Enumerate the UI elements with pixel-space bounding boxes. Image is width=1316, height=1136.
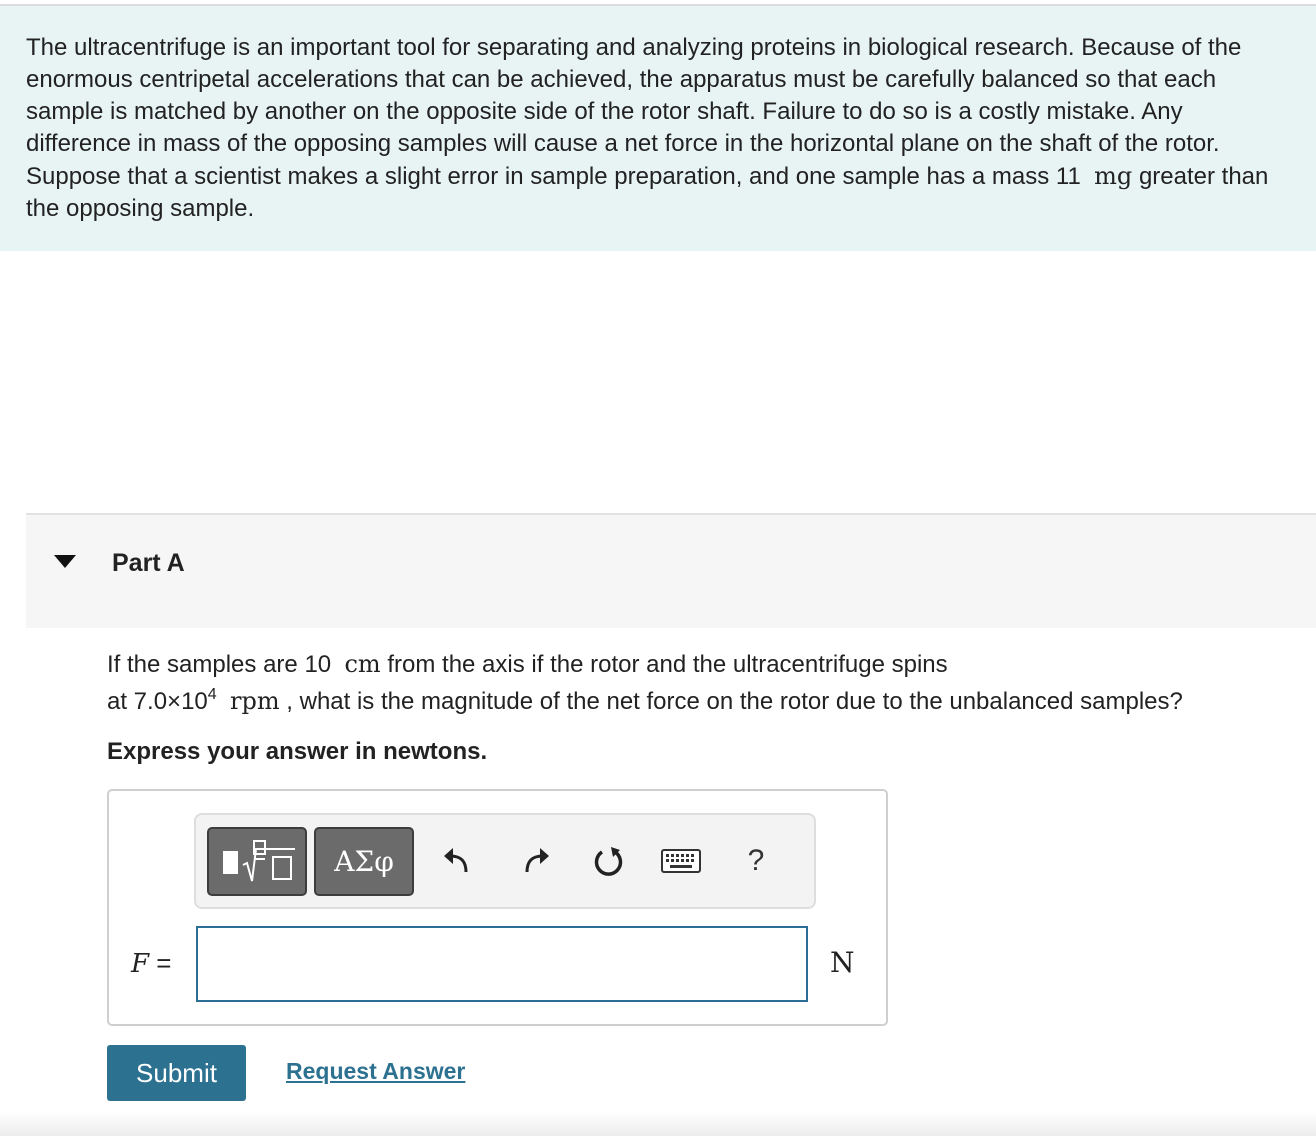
help-button[interactable]: ? <box>731 833 781 889</box>
redo-icon[interactable] <box>511 833 561 889</box>
templates-button[interactable] <box>207 827 307 896</box>
speed-unit: rpm <box>230 687 280 715</box>
answer-instruction: Express your answer in newtons. <box>107 738 488 765</box>
answer-input[interactable] <box>196 926 808 1002</box>
greek-symbols-button[interactable]: ΑΣφ <box>314 827 414 896</box>
intro-text: The ultracentrifuge is an important tool… <box>26 32 1288 225</box>
request-answer-link[interactable]: Request Answer <box>286 1058 465 1085</box>
reset-icon[interactable] <box>583 833 633 889</box>
mass-unit: mg <box>1094 162 1133 190</box>
variable-label: F = <box>131 948 171 979</box>
question-text: If the samples are 10 cm from the axis i… <box>107 646 1307 720</box>
speed-value: at 7.0×10 <box>107 688 208 715</box>
undo-icon[interactable] <box>432 833 482 889</box>
question-line-1: If the samples are 10 cm from the axis i… <box>107 646 1307 683</box>
question-line-2: at 7.0×104 rpm , what is the magnitude o… <box>107 683 1307 720</box>
variable-symbol: F <box>131 949 150 979</box>
distance-unit: cm <box>344 650 381 678</box>
question-part: , what is the magnitude of the net force… <box>279 688 1183 715</box>
answer-box: ΑΣφ ? F = N <box>107 789 888 1026</box>
submit-button[interactable]: Submit <box>107 1045 246 1101</box>
distance-value: 10 <box>304 651 332 678</box>
answer-unit: N <box>830 946 855 979</box>
speed-exponent: 4 <box>207 686 217 703</box>
mass-value: 11 <box>1055 163 1081 190</box>
bottom-shadow <box>0 1112 1316 1136</box>
problem-intro: The ultracentrifuge is an important tool… <box>0 6 1316 251</box>
templates-icon <box>223 840 295 882</box>
question-part: If the samples are <box>107 651 305 678</box>
equals-sign: = <box>149 948 172 978</box>
caret-down-icon[interactable] <box>54 555 76 568</box>
part-a-header[interactable]: Part A <box>26 513 1316 628</box>
keyboard-icon[interactable] <box>656 833 706 889</box>
question-part: from the axis if the rotor and the ultra… <box>380 651 948 678</box>
math-toolbar: ΑΣφ ? <box>194 813 816 909</box>
part-title: Part A <box>112 549 185 577</box>
